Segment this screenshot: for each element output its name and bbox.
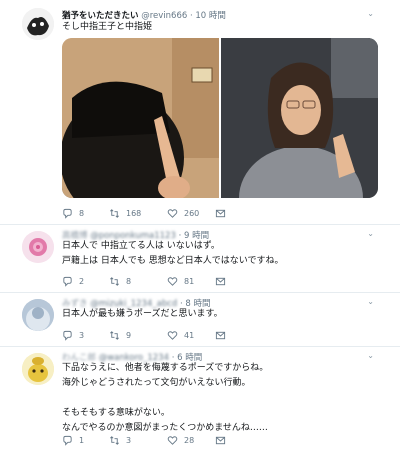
tweet-actions: 2 8 81 — [62, 274, 242, 288]
message-icon — [215, 209, 226, 217]
reply-icon — [63, 276, 72, 287]
separator: · — [189, 11, 193, 21]
reply-button[interactable]: 3 — [62, 328, 84, 342]
tweet-actions: 8 168 260 — [62, 206, 242, 220]
tweet-actions: 3 9 41 — [62, 328, 242, 342]
text-line: 日本人が最も嫌うポーズだと思います。 — [62, 309, 223, 319]
like-count: 41 — [184, 330, 195, 340]
retweet-count: 168 — [126, 208, 142, 218]
tweet-text: 日本人が最も嫌うポーズだと思います。 — [62, 307, 223, 322]
reply-icon — [63, 435, 72, 446]
main-tweet[interactable]: 猶予をいただきたい @revin666 · 10 時間 ⌄ そし中指王子と中指姫 — [0, 0, 400, 226]
text-line: 海外じゃどうされたって文句がいえない行動。 — [62, 378, 251, 388]
tweet-text: 日本人で 中指立てる人は いないはず。 戸籍上は 日本人でも 思想など日本人では… — [62, 239, 283, 269]
message-icon — [215, 436, 226, 444]
reply-tweet[interactable]: わんこ郎 @wankoro_1234 · 6 時間 ⌄ 下品なうえに、他者を侮蔑… — [0, 347, 400, 449]
chevron-down-icon[interactable]: ⌄ — [367, 351, 374, 360]
avatar[interactable] — [22, 353, 54, 385]
heart-icon — [167, 330, 178, 340]
retweet-count: 9 — [126, 330, 132, 340]
avatar[interactable] — [22, 8, 54, 40]
message-icon — [215, 277, 226, 285]
message-icon — [215, 331, 226, 339]
retweet-icon — [110, 435, 119, 445]
reply-count: 1 — [79, 435, 85, 445]
text-line — [62, 391, 268, 406]
reply-tweet[interactable]: 高橋博 @ponponkuma1123 · 9 時間 ⌄ 日本人で 中指立てる人… — [0, 225, 400, 293]
like-count: 260 — [184, 208, 200, 218]
reply-count: 8 — [79, 208, 85, 218]
retweet-button[interactable]: 9 — [109, 328, 131, 342]
tweet-actions: 1 3 28 — [62, 433, 242, 447]
media-photo-right[interactable] — [221, 38, 378, 198]
retweet-button[interactable]: 168 — [109, 206, 141, 220]
reply-button[interactable]: 8 — [62, 206, 84, 220]
chevron-down-icon[interactable]: ⌄ — [367, 229, 374, 238]
like-button[interactable]: 260 — [167, 206, 199, 220]
tweet-text: 下品なうえに、他者を侮蔑するポーズですからね。 海外じゃどうされたって文句がいえ… — [62, 361, 268, 436]
message-button[interactable] — [215, 274, 226, 288]
message-button[interactable] — [215, 206, 226, 220]
like-button[interactable]: 28 — [167, 433, 194, 447]
like-button[interactable]: 81 — [167, 274, 194, 288]
avatar[interactable] — [22, 231, 54, 263]
chevron-down-icon[interactable]: ⌄ — [367, 9, 374, 18]
heart-icon — [167, 276, 178, 286]
like-button[interactable]: 41 — [167, 328, 194, 342]
like-count: 81 — [184, 276, 195, 286]
heart-icon — [167, 435, 178, 445]
retweet-count: 8 — [126, 276, 132, 286]
message-button[interactable] — [215, 433, 226, 447]
tweet-media[interactable] — [62, 38, 378, 198]
retweet-icon — [110, 276, 119, 286]
retweet-button[interactable]: 8 — [109, 274, 131, 288]
avatar[interactable] — [22, 299, 54, 331]
reply-button[interactable]: 2 — [62, 274, 84, 288]
retweet-count: 3 — [126, 435, 132, 445]
text-line: 戸籍上は 日本人でも 思想など日本人ではないですね。 — [62, 256, 284, 266]
reply-icon — [63, 208, 72, 219]
media-photo-left[interactable] — [62, 38, 219, 198]
tweet-text: そし中指王子と中指姫 — [62, 22, 153, 32]
reply-tweet[interactable]: みずき @mizuki_1234_abcd · 8 時間 ⌄ 日本人が最も嫌うポ… — [0, 293, 400, 347]
text-line: 下品なうえに、他者を侮蔑するポーズですからね。 — [62, 363, 269, 373]
like-count: 28 — [184, 435, 195, 445]
reply-count: 2 — [79, 276, 85, 286]
retweet-icon — [110, 330, 119, 340]
reply-button[interactable]: 1 — [62, 433, 84, 447]
retweet-button[interactable]: 3 — [109, 433, 131, 447]
text-line: そもそもする意味がない。 — [62, 408, 170, 418]
heart-icon — [167, 208, 178, 218]
text-line: 日本人で 中指立てる人は いないはず。 — [62, 241, 220, 251]
reply-count: 3 — [79, 330, 85, 340]
reply-icon — [63, 330, 72, 341]
chevron-down-icon[interactable]: ⌄ — [367, 297, 374, 306]
timestamp[interactable]: 10 時間 — [195, 11, 226, 21]
message-button[interactable] — [215, 328, 226, 342]
retweet-icon — [110, 208, 119, 218]
